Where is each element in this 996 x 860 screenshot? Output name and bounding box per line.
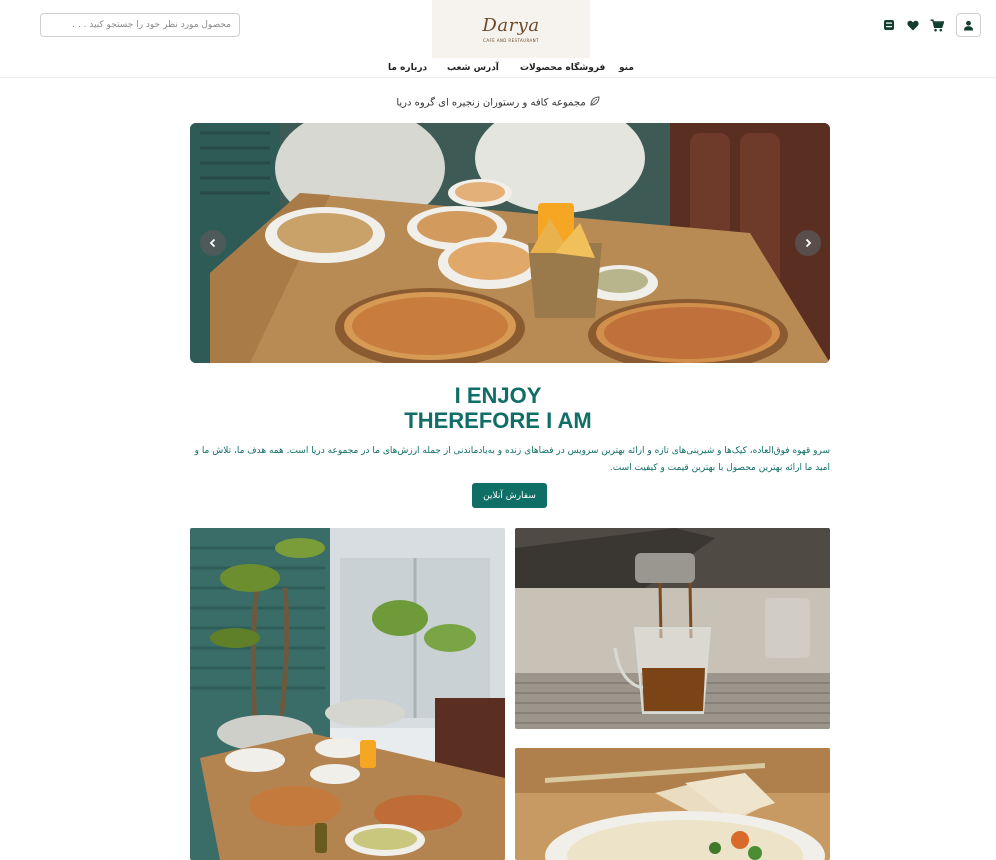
nav-item-branches[interactable]: آدرس شعب	[447, 63, 499, 73]
heart-icon[interactable]	[904, 16, 922, 34]
site-logo[interactable]: Darya CAFE AND RESTAURANT	[432, 0, 590, 58]
leaf-icon	[590, 96, 600, 109]
logo-subtitle: CAFE AND RESTAURANT	[483, 37, 539, 43]
carousel-next-button[interactable]	[795, 230, 821, 256]
hero-carousel[interactable]	[190, 123, 830, 363]
user-icon	[963, 20, 974, 31]
nav-item-shop[interactable]: فروشگاه محصولات	[520, 63, 605, 73]
nav-item-menu[interactable]: منو	[619, 63, 634, 73]
cart-icon[interactable]	[928, 16, 946, 34]
nav-item-about[interactable]: درباره ما	[388, 63, 427, 73]
main-nav: منو فروشگاه محصولات آدرس شعب درباره ما	[0, 60, 996, 78]
gallery-image-salad	[515, 748, 830, 860]
intro-headline: I ENJOY THEREFORE I AM	[0, 383, 996, 433]
chevron-right-icon	[805, 238, 812, 248]
tagline-text: مجموعه کافه و رستوران زنجیره ای گروه دری…	[396, 97, 586, 109]
search-input[interactable]	[40, 13, 240, 37]
order-online-button[interactable]: سفارش آنلاین	[472, 483, 547, 508]
hero-image	[190, 123, 830, 363]
intro-description: سرو قهوه فوق‌العاده، کیک‌ها و شیرینی‌های…	[194, 446, 830, 473]
chevron-left-icon	[209, 238, 216, 248]
headline-line-1: I ENJOY	[454, 383, 542, 408]
header-actions	[880, 13, 981, 37]
compare-icon[interactable]	[880, 16, 898, 34]
site-header: Darya CAFE AND RESTAURANT منو فروشگاه مح…	[0, 0, 996, 78]
brand-tagline: مجموعه کافه و رستوران زنجیره ای گروه دری…	[0, 96, 996, 109]
gallery-image-restaurant	[190, 528, 505, 860]
user-account-button[interactable]	[956, 13, 981, 37]
gallery-image-espresso	[515, 528, 830, 729]
logo-wordmark: Darya	[482, 14, 540, 36]
headline-line-2: THEREFORE I AM	[404, 408, 592, 433]
carousel-prev-button[interactable]	[200, 230, 226, 256]
